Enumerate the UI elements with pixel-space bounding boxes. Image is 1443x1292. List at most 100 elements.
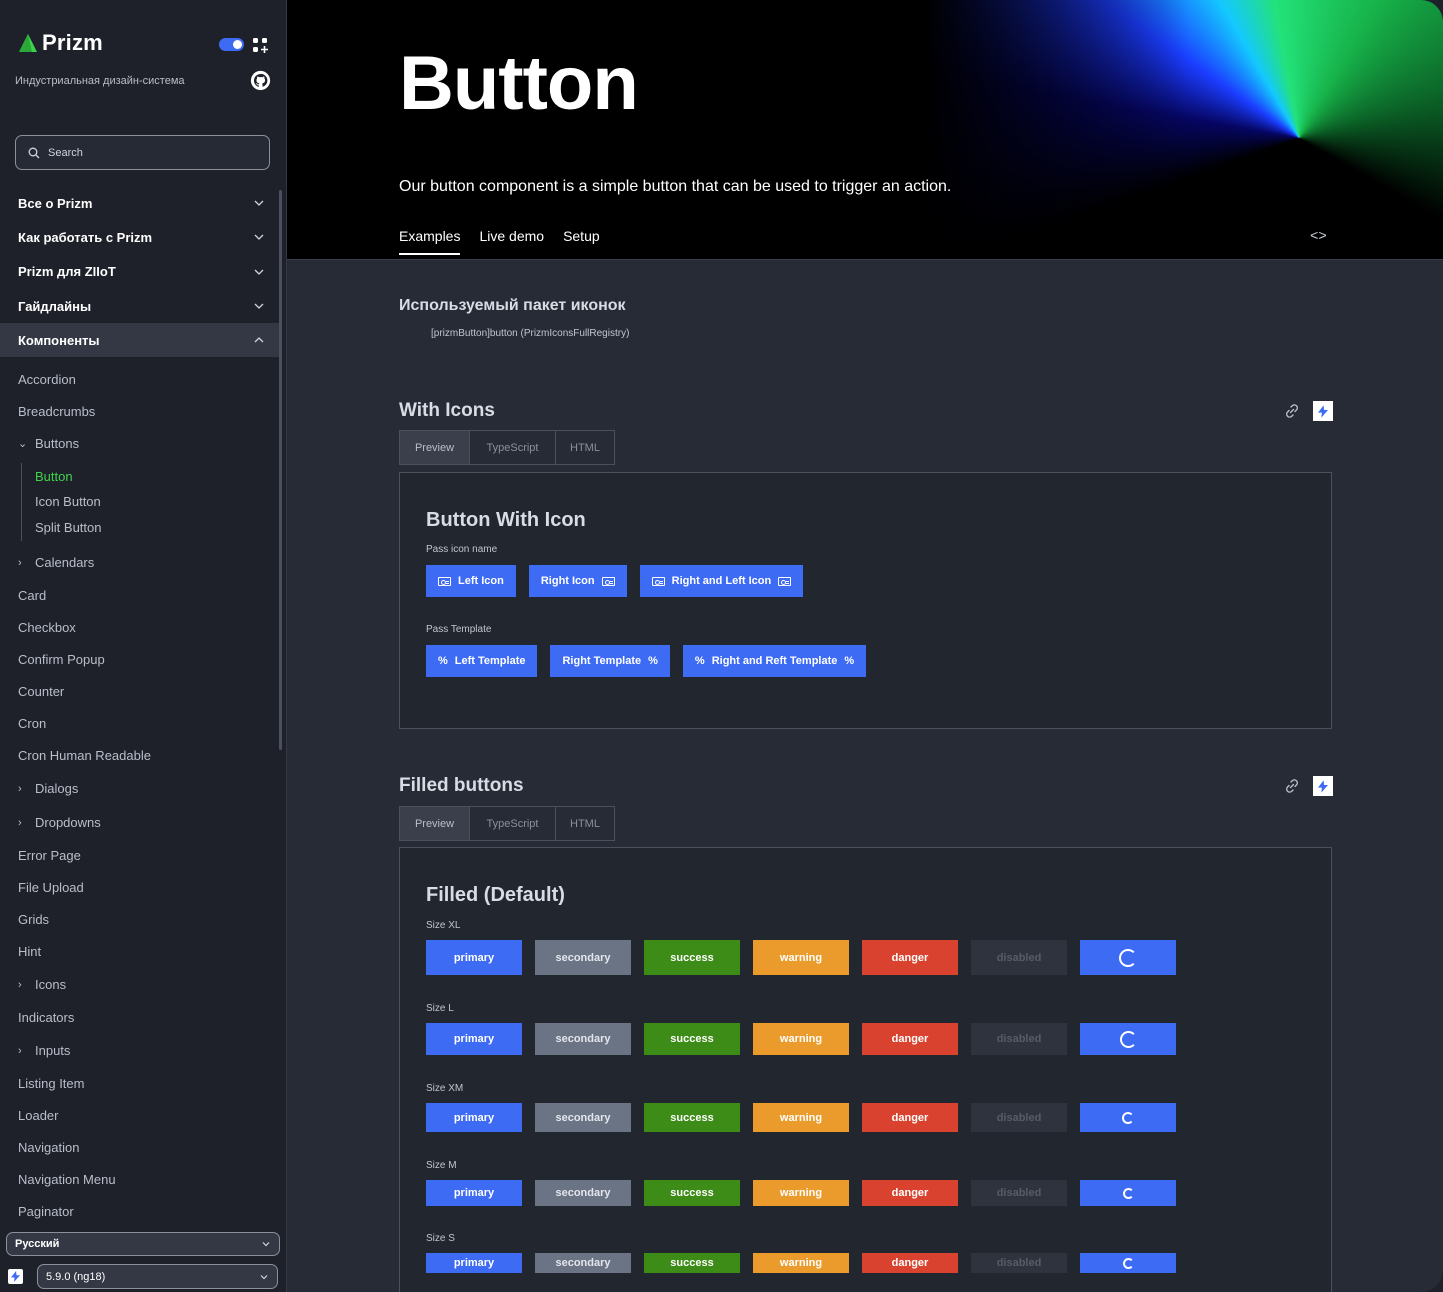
search-box[interactable] <box>15 135 270 170</box>
apps-grid-icon[interactable] <box>252 37 268 53</box>
nav-item-error-page[interactable]: Error Page <box>0 840 279 872</box>
danger-button[interactable]: danger <box>862 1180 958 1206</box>
github-icon[interactable] <box>250 70 271 91</box>
disabled-button: disabled <box>971 1103 1067 1132</box>
danger-button[interactable]: danger <box>862 1253 958 1273</box>
nav-item-label: Buttons <box>35 435 80 451</box>
danger-button[interactable]: danger <box>862 940 958 975</box>
success-button[interactable]: success <box>644 940 740 975</box>
panel-title: Filled (Default) <box>426 884 565 906</box>
nav-item-file-upload[interactable]: File Upload <box>0 872 279 904</box>
stackblitz-icon[interactable] <box>8 1269 23 1284</box>
loading-button[interactable] <box>1080 1180 1176 1206</box>
loading-button[interactable] <box>1080 1253 1176 1273</box>
nav-item-navigation[interactable]: Navigation <box>0 1132 279 1164</box>
nav-item-calendars[interactable]: › Calendars <box>0 546 279 580</box>
loading-button[interactable] <box>1080 940 1176 975</box>
stackblitz-icon[interactable] <box>1313 401 1333 421</box>
nav-section-howto[interactable]: Как работать с Prizm <box>0 220 279 254</box>
nav-item-card[interactable]: Card <box>0 580 279 612</box>
nav-item-listing-item[interactable]: Listing Item <box>0 1068 279 1100</box>
nav-item-cron[interactable]: Cron <box>0 708 279 740</box>
page-description: Our button component is a simple button … <box>399 178 952 195</box>
nav-item-buttons[interactable]: ⌄ Buttons <box>0 427 279 459</box>
success-button[interactable]: success <box>644 1180 740 1206</box>
success-button[interactable]: success <box>644 1103 740 1132</box>
tab-html[interactable]: HTML <box>556 431 614 464</box>
nav-section-ziiot[interactable]: Prizm для ZIIoT <box>0 255 279 289</box>
loading-button[interactable] <box>1080 1023 1176 1055</box>
code-toggle-icon[interactable]: <> <box>1310 229 1327 245</box>
percent-icon: % <box>438 655 448 667</box>
language-select[interactable]: Русский <box>6 1232 280 1256</box>
link-icon[interactable] <box>1283 777 1301 795</box>
primary-button[interactable]: primary <box>426 1180 522 1206</box>
search-input[interactable] <box>48 146 248 159</box>
button-label: Right and Reft Template <box>711 655 838 667</box>
nav-item-paginator[interactable]: Paginator <box>0 1196 279 1226</box>
warning-button[interactable]: warning <box>753 1103 849 1132</box>
primary-button[interactable]: primary <box>426 1023 522 1055</box>
left-icon-button[interactable]: Left Icon <box>426 565 516 597</box>
warning-button[interactable]: warning <box>753 940 849 975</box>
secondary-button[interactable]: secondary <box>535 940 631 975</box>
tab-html[interactable]: HTML <box>556 807 614 840</box>
link-icon[interactable] <box>1283 402 1301 420</box>
tab-typescript[interactable]: TypeScript <box>470 431 556 464</box>
primary-button[interactable]: primary <box>426 1253 522 1273</box>
nav-item-confirm-popup[interactable]: Confirm Popup <box>0 644 279 676</box>
nav-item-checkbox[interactable]: Checkbox <box>0 612 279 644</box>
right-and-left-icon-button[interactable]: Right and Left Icon <box>639 565 804 597</box>
brand-logo[interactable]: Prizm <box>18 30 103 56</box>
theme-toggle[interactable] <box>219 38 244 51</box>
primary-button[interactable]: primary <box>426 1103 522 1132</box>
left-template-button[interactable]: % Left Template <box>426 645 538 677</box>
nav-section-components[interactable]: Компоненты <box>0 323 279 358</box>
tab-examples[interactable]: Examples <box>399 228 461 255</box>
sidebar-scrollbar[interactable] <box>279 190 282 750</box>
chevron-down-icon <box>254 200 264 207</box>
nav-section-about[interactable]: Все о Prizm <box>0 186 279 220</box>
version-select[interactable]: 5.9.0 (ng18) <box>37 1264 278 1289</box>
warning-button[interactable]: warning <box>753 1023 849 1055</box>
tab-preview[interactable]: Preview <box>400 431 470 464</box>
nav-item-breadcrumbs[interactable]: Breadcrumbs <box>0 395 279 427</box>
primary-button[interactable]: primary <box>426 940 522 975</box>
nav-item-icons[interactable]: › Icons <box>0 968 279 1002</box>
secondary-button[interactable]: secondary <box>535 1103 631 1132</box>
nav-item-dropdowns[interactable]: › Dropdowns <box>0 806 279 840</box>
nav-item-loader[interactable]: Loader <box>0 1100 279 1132</box>
nav-item-grids[interactable]: Grids <box>0 904 279 936</box>
warning-button[interactable]: warning <box>753 1180 849 1206</box>
right-and-reft-template-button[interactable]: % Right and Reft Template% <box>682 645 867 677</box>
warning-button[interactable]: warning <box>753 1253 849 1273</box>
loading-button[interactable] <box>1080 1103 1176 1132</box>
nav-subitem-icon-button[interactable]: Icon Button <box>0 489 279 515</box>
nav-item-hint[interactable]: Hint <box>0 936 279 968</box>
success-button[interactable]: success <box>644 1023 740 1055</box>
stackblitz-icon[interactable] <box>1313 776 1333 796</box>
secondary-button[interactable]: secondary <box>535 1023 631 1055</box>
nav-item-counter[interactable]: Counter <box>0 676 279 708</box>
nav-item-accordion[interactable]: Accordion <box>0 363 279 395</box>
nav-section-guidelines[interactable]: Гайдлайны <box>0 289 279 323</box>
nav-item-indicators[interactable]: Indicators <box>0 1002 279 1034</box>
spinner-icon <box>1122 1187 1134 1199</box>
nav-subitem-button[interactable]: Button <box>0 463 279 489</box>
success-button[interactable]: success <box>644 1253 740 1273</box>
right-template-button[interactable]: Right Template% <box>550 645 670 677</box>
nav-subitem-split-button[interactable]: Split Button <box>0 514 279 540</box>
danger-button[interactable]: danger <box>862 1023 958 1055</box>
right-icon-button[interactable]: Right Icon <box>528 565 627 597</box>
tab-setup[interactable]: Setup <box>563 228 600 255</box>
danger-button[interactable]: danger <box>862 1103 958 1132</box>
tab-live-demo[interactable]: Live demo <box>479 228 544 255</box>
nav-item-dialogs[interactable]: › Dialogs <box>0 772 279 806</box>
tab-typescript[interactable]: TypeScript <box>470 807 556 840</box>
secondary-button[interactable]: secondary <box>535 1253 631 1273</box>
nav-item-navigation-menu[interactable]: Navigation Menu <box>0 1164 279 1196</box>
nav-item-cron-human-readable[interactable]: Cron Human Readable <box>0 740 279 772</box>
tab-preview[interactable]: Preview <box>400 807 470 840</box>
secondary-button[interactable]: secondary <box>535 1180 631 1206</box>
nav-item-inputs[interactable]: › Inputs <box>0 1034 279 1068</box>
